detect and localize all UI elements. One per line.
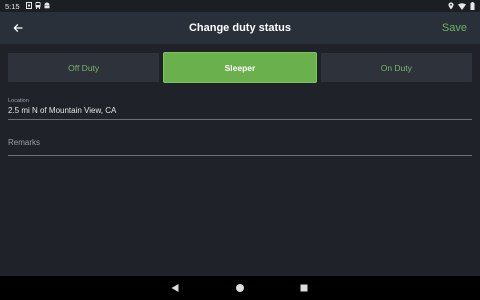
location-icon — [448, 2, 454, 10]
page-title: Change duty status — [188, 22, 292, 34]
system-icons — [448, 2, 475, 10]
tab-on-duty[interactable]: On Duty — [320, 53, 472, 82]
remarks-underline — [8, 155, 472, 156]
status-time: 5:15 — [5, 2, 20, 11]
back-triangle-icon[interactable] — [170, 283, 180, 293]
location-underline — [8, 119, 472, 120]
tab-off-duty[interactable]: Off Duty — [8, 53, 160, 82]
tab-sleeper[interactable]: Sleeper — [164, 53, 316, 82]
location-label: Location — [8, 98, 29, 104]
remarks-placeholder: Remarks — [8, 138, 41, 147]
battery-icon — [470, 2, 475, 10]
notification-icons — [26, 2, 50, 9]
save-button[interactable]: Save — [442, 22, 467, 34]
image-icon — [26, 2, 32, 9]
android-icon — [44, 2, 50, 9]
home-circle-icon[interactable] — [235, 283, 245, 293]
location-value[interactable]: 2.5 mi N of Mountain View, CA — [8, 106, 472, 115]
location-field[interactable]: Location 2.5 mi N of Mountain View, CA — [8, 98, 472, 120]
app-bar: Change duty status Save — [0, 12, 480, 44]
navigation-bar — [0, 276, 480, 300]
status-bar: 5:15 — [0, 0, 480, 12]
bus-icon — [35, 2, 41, 9]
remarks-field[interactable]: Remarks — [8, 138, 472, 156]
wifi-icon — [458, 2, 466, 10]
duty-status-tabs: Off Duty Sleeper On Duty — [8, 53, 472, 82]
recents-square-icon[interactable] — [299, 283, 309, 293]
